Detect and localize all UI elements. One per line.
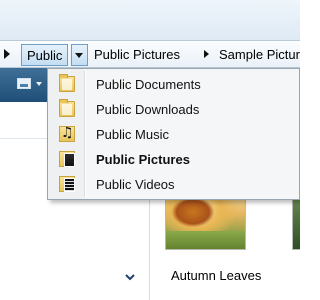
menu-item-public-downloads[interactable]: Public Downloads bbox=[50, 97, 298, 122]
breadcrumb-separator-icon[interactable] bbox=[204, 50, 209, 58]
thumbnail-tree bbox=[172, 197, 214, 227]
breadcrumb-label: Public bbox=[27, 48, 63, 63]
chevron-down-icon[interactable] bbox=[124, 272, 136, 282]
window-chrome bbox=[0, 0, 300, 40]
menu-item-label: Public Music bbox=[96, 127, 169, 142]
menu-item-public-documents[interactable]: Public Documents bbox=[50, 72, 298, 97]
thumbnail-grass bbox=[166, 231, 245, 249]
breadcrumb-item-sample-pictures[interactable]: Sample Pictures bbox=[219, 46, 300, 64]
menu-item-public-videos[interactable]: Public Videos bbox=[50, 172, 298, 197]
menu-item-label: Public Pictures bbox=[96, 152, 190, 167]
view-icon[interactable] bbox=[17, 78, 31, 89]
chevron-down-icon[interactable] bbox=[36, 82, 42, 86]
breadcrumb-dropdown-button[interactable] bbox=[71, 44, 88, 66]
menu-item-public-pictures[interactable]: Public Pictures bbox=[50, 147, 298, 172]
breadcrumb-item-public-pictures[interactable]: Public Pictures bbox=[94, 46, 180, 64]
menu-item-label: Public Downloads bbox=[96, 102, 200, 117]
file-name-label: Autumn Leaves bbox=[171, 268, 262, 283]
breadcrumb-label: Sample Pictures bbox=[219, 47, 300, 62]
toolbar bbox=[0, 68, 48, 102]
breadcrumb-dropdown-menu: Public Documents Public Downloads Public… bbox=[47, 68, 300, 200]
explorer-window: Public Public Pictures Sample Pictures A… bbox=[0, 0, 300, 300]
menu-item-label: Public Documents bbox=[96, 77, 201, 92]
music-folder-icon bbox=[59, 125, 75, 142]
address-bar[interactable]: Public Public Pictures Sample Pictures bbox=[0, 40, 300, 68]
folder-icon bbox=[59, 74, 75, 92]
menu-item-label: Public Videos bbox=[96, 177, 175, 192]
folder-icon bbox=[59, 99, 75, 117]
breadcrumb-item-public[interactable]: Public bbox=[21, 44, 69, 66]
breadcrumb-back-chevron-icon[interactable] bbox=[4, 49, 10, 59]
breadcrumb-label: Public Pictures bbox=[94, 47, 180, 62]
videos-folder-icon bbox=[59, 176, 75, 192]
pictures-folder-icon bbox=[59, 151, 75, 167]
menu-item-public-music[interactable]: Public Music bbox=[50, 122, 298, 147]
